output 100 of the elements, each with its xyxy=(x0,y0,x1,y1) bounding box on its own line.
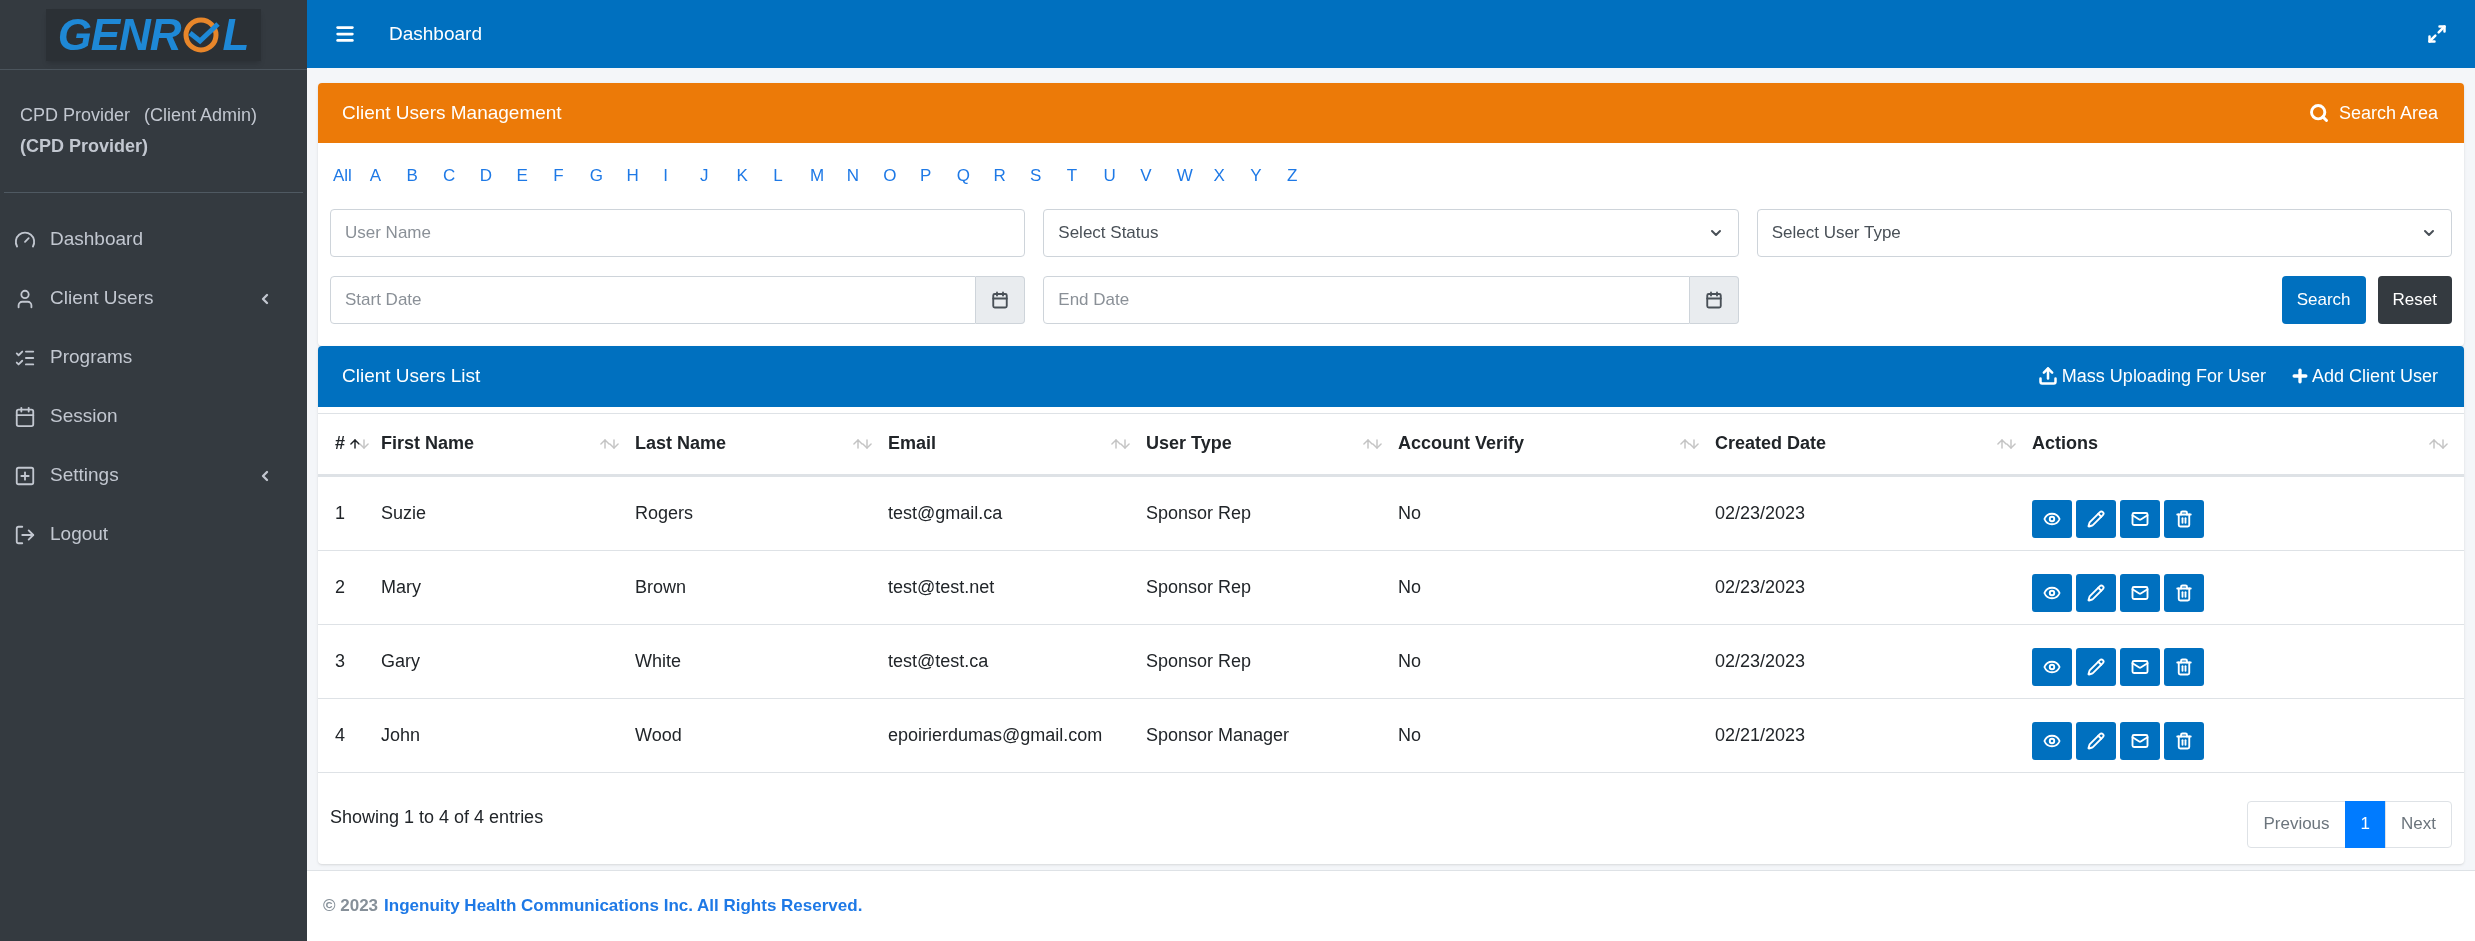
view-button[interactable] xyxy=(2032,722,2072,760)
user-type-select[interactable]: Select User Type xyxy=(1756,208,2452,257)
status-select[interactable]: Select Status xyxy=(1043,208,1739,257)
user-name: CPD Provider xyxy=(20,104,131,127)
letter-filter-link[interactable]: W xyxy=(1176,163,1214,189)
pencil-icon xyxy=(2087,658,2105,676)
letter-filter-link[interactable]: Y xyxy=(1250,163,1287,189)
table-cell-text: Rogers xyxy=(635,501,695,525)
letter-filter-link[interactable]: L xyxy=(773,163,810,189)
user-organization: (CPD Provider) xyxy=(20,135,150,158)
reset-button[interactable]: Reset xyxy=(2377,275,2452,324)
trash-icon xyxy=(2175,658,2193,676)
trash-icon xyxy=(2175,510,2193,528)
mass-upload-button[interactable]: Mass Uploading For User xyxy=(2037,362,2266,390)
sidebar-item[interactable]: Client Users xyxy=(0,269,307,328)
letter-filter-link[interactable]: C xyxy=(443,163,480,189)
sort-icon[interactable] xyxy=(348,436,371,451)
letter-filter-link[interactable]: Q xyxy=(956,163,994,189)
email-button[interactable] xyxy=(2120,574,2160,612)
delete-button[interactable] xyxy=(2164,500,2204,538)
letter-filter-link[interactable]: J xyxy=(699,163,737,189)
letter-filter-link[interactable]: I xyxy=(663,163,700,189)
letter-filter-link[interactable]: All xyxy=(333,163,370,189)
delete-button[interactable] xyxy=(2164,722,2204,760)
edit-button[interactable] xyxy=(2076,648,2116,686)
letter-filter-link[interactable]: R xyxy=(993,163,1031,189)
sidebar-item[interactable]: Session xyxy=(0,387,307,446)
letter-filter-link[interactable]: O xyxy=(883,163,920,189)
letter-filter-link[interactable]: F xyxy=(553,163,590,189)
sidebar-item[interactable]: Settings xyxy=(0,446,307,505)
menu-icon[interactable] xyxy=(334,23,356,45)
column-header[interactable]: Email xyxy=(888,430,937,457)
table-cell-text: Sponsor Rep xyxy=(1146,649,1253,673)
view-button[interactable] xyxy=(2032,648,2072,686)
table-cell-text: 02/23/2023 xyxy=(1715,649,1807,673)
letter-filter-link[interactable]: H xyxy=(626,163,664,189)
calendar-button[interactable] xyxy=(1689,275,1739,324)
letter-filter-link[interactable]: B xyxy=(406,163,444,189)
column-header[interactable]: Actions xyxy=(2032,430,2098,457)
table-cell-text: test@test.net xyxy=(888,575,996,599)
letter-filter-link[interactable]: K xyxy=(736,163,774,189)
table-cell-text: Mary xyxy=(381,575,422,599)
search-button[interactable]: Search xyxy=(2281,275,2366,324)
letter-filter-link[interactable]: D xyxy=(479,163,517,189)
delete-button[interactable] xyxy=(2164,648,2204,686)
plus-square-icon xyxy=(14,464,36,487)
fullscreen-icon[interactable] xyxy=(2427,24,2447,44)
column-header[interactable]: Created Date xyxy=(1715,430,1827,457)
letter-filter-link[interactable]: X xyxy=(1213,163,1251,189)
sidebar-item[interactable]: Programs xyxy=(0,328,307,387)
envelope-icon xyxy=(2131,732,2149,750)
column-header[interactable]: User Type xyxy=(1146,430,1232,457)
letter-filter-link[interactable]: G xyxy=(589,163,627,189)
column-header[interactable]: Account Verify xyxy=(1398,430,1525,457)
date-field[interactable]: Start Date xyxy=(330,275,977,324)
letter-filter-link[interactable]: T xyxy=(1066,163,1104,189)
pagination-button[interactable]: Previous xyxy=(2247,800,2346,848)
table-cell-text: Wood xyxy=(635,723,683,747)
column-header[interactable]: First Name xyxy=(381,430,475,457)
letter-filter-link[interactable]: A xyxy=(369,163,407,189)
calendar-button[interactable] xyxy=(976,275,1026,324)
letter-filter-link[interactable]: E xyxy=(516,163,554,189)
letter-filter-link[interactable]: S xyxy=(1030,163,1067,189)
email-button[interactable] xyxy=(2120,648,2160,686)
trash-icon xyxy=(2175,732,2193,750)
letter-filter-link[interactable]: N xyxy=(846,163,884,189)
sidebar-item[interactable]: Dashboard xyxy=(0,210,307,269)
upload-icon xyxy=(2037,366,2058,386)
edit-button[interactable] xyxy=(2076,574,2116,612)
email-button[interactable] xyxy=(2120,722,2160,760)
table-cell-text: Brown xyxy=(635,575,688,599)
user-name-field[interactable]: User Name xyxy=(330,208,1026,257)
column-header[interactable]: Last Name xyxy=(635,430,727,457)
letter-filter-link[interactable]: M xyxy=(809,163,847,189)
letter-filter-link[interactable]: P xyxy=(920,163,957,189)
search-area-button[interactable]: Search Area xyxy=(2308,99,2438,127)
edit-button[interactable] xyxy=(2076,500,2116,538)
column-header[interactable]: # xyxy=(335,430,345,457)
edit-button[interactable] xyxy=(2076,722,2116,760)
letter-filter-link[interactable]: Z xyxy=(1286,163,1324,189)
delete-button[interactable] xyxy=(2164,574,2204,612)
date-field[interactable]: End Date xyxy=(1043,275,1690,324)
table-cell-text: No xyxy=(1398,649,1422,673)
letter-filter-link[interactable]: U xyxy=(1103,163,1141,189)
pagination-button[interactable]: 1 xyxy=(2344,800,2387,848)
page-title: Dashboard xyxy=(389,21,482,46)
pagination-button[interactable]: Next xyxy=(2385,800,2452,848)
view-button[interactable] xyxy=(2032,500,2072,538)
pencil-icon xyxy=(2087,732,2105,750)
table-cell-text: No xyxy=(1398,575,1422,599)
table-cell-text: Sponsor Rep xyxy=(1146,575,1253,599)
table-cell-text: 02/23/2023 xyxy=(1715,575,1807,599)
eye-icon xyxy=(2043,732,2061,750)
add-user-button[interactable]: Add Client User xyxy=(2289,362,2438,390)
sidebar-item[interactable]: Logout xyxy=(0,505,307,564)
view-button[interactable] xyxy=(2032,574,2072,612)
company-link[interactable]: Ingenuity Health Communications Inc. All Rights Reserved. xyxy=(384,893,863,919)
email-button[interactable] xyxy=(2120,500,2160,538)
letter-filter-link[interactable]: V xyxy=(1140,163,1177,189)
logo[interactable]: GENR L xyxy=(45,8,262,61)
